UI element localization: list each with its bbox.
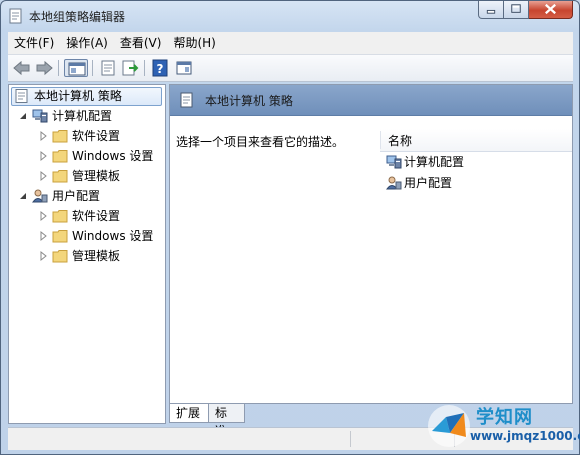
policy-document-icon (180, 92, 193, 108)
expand-arrow-icon[interactable] (39, 166, 48, 186)
computer-icon (386, 155, 402, 169)
folder-icon (52, 130, 68, 143)
collapse-arrow-icon[interactable] (19, 186, 28, 206)
expand-arrow-icon[interactable] (39, 146, 48, 166)
svg-text:?: ? (157, 62, 164, 76)
caption-buttons (478, 1, 573, 20)
view-icon (176, 61, 192, 75)
menu-bar: 文件(F) 操作(A) 查看(V) 帮助(H) (8, 32, 573, 55)
list-item-label: 用户配置 (404, 176, 453, 190)
view-button[interactable] (174, 59, 194, 77)
help-button[interactable]: ? (150, 59, 170, 77)
folder-icon (52, 150, 68, 163)
tree-item-computer-config[interactable]: 计算机配置 (19, 106, 164, 126)
folder-icon (52, 210, 68, 223)
details-header: 本地计算机 策略 (170, 85, 572, 116)
list-item-user-config[interactable]: 用户配置 (384, 173, 564, 193)
computer-icon (32, 109, 48, 123)
menu-help[interactable]: 帮助(H) (167, 33, 221, 53)
watermark-url: www.jmqz1000.com (470, 429, 580, 443)
back-arrow-icon (13, 60, 30, 76)
column-header-label: 名称 (388, 134, 413, 148)
expand-arrow-icon[interactable] (39, 126, 48, 146)
toolbar-separator (92, 60, 93, 76)
help-icon: ? (152, 59, 168, 77)
tree-item-label: 软件设置 (72, 129, 121, 143)
folder-icon (52, 170, 68, 183)
user-icon (32, 189, 48, 203)
details-pane: 本地计算机 策略 选择一个项目来查看它的描述。 名称 计算机配置 用户配置 (169, 84, 573, 404)
properties-button[interactable] (98, 59, 118, 77)
expand-arrow-icon[interactable] (39, 226, 48, 246)
description-text: 选择一个项目来查看它的描述。 (176, 135, 345, 149)
folder-icon (52, 230, 68, 243)
show-hide-tree-button[interactable] (64, 59, 88, 77)
expand-arrow-icon[interactable] (39, 206, 48, 226)
app-window: 本地组策略编辑器 文件(F) 操作(A) 查看(V) 帮助(H) ? 本地计算机… (0, 0, 580, 455)
tab-standard[interactable]: 标准 (209, 404, 245, 438)
policy-document-icon (15, 89, 28, 103)
user-icon (386, 176, 402, 190)
watermark-title: 学知网 (476, 407, 533, 428)
menu-view[interactable]: 查看(V) (114, 33, 168, 53)
tree-item-label: 管理模板 (72, 169, 121, 183)
tree-pane: 本地计算机 策略 计算机配置 软件设置 Windows 设置 管理模板 用户配置… (8, 84, 166, 424)
maximize-icon (511, 4, 521, 13)
close-button[interactable] (529, 1, 573, 19)
back-button[interactable] (12, 59, 32, 77)
properties-icon (101, 60, 115, 76)
watermark: 学知网 www.jmqz1000.com (426, 401, 580, 451)
forward-arrow-icon (36, 60, 53, 76)
tree-item-computer-templates[interactable]: 管理模板 (39, 166, 164, 186)
watermark-logo-icon (428, 405, 470, 447)
tree-item-user-windows[interactable]: Windows 设置 (39, 226, 164, 246)
toolbar-separator (58, 60, 59, 76)
tree-item-computer-software[interactable]: 软件设置 (39, 126, 164, 146)
tree-item-label: 用户配置 (52, 189, 101, 203)
window-title: 本地组策略编辑器 (29, 10, 126, 24)
tree-item-label: 软件设置 (72, 209, 121, 223)
list-item-label: 计算机配置 (404, 155, 465, 169)
tree-item-computer-windows[interactable]: Windows 设置 (39, 146, 164, 166)
title-bar[interactable]: 本地组策略编辑器 (1, 1, 579, 31)
list-item-computer-config[interactable]: 计算机配置 (384, 152, 564, 172)
column-separator (380, 131, 381, 149)
tree-item-label: Windows 设置 (72, 229, 154, 243)
menu-action[interactable]: 操作(A) (60, 33, 114, 53)
tree-item-root[interactable]: 本地计算机 策略 (13, 86, 163, 106)
close-icon (545, 3, 556, 15)
expand-arrow-icon[interactable] (39, 246, 48, 266)
tree-item-user-software[interactable]: 软件设置 (39, 206, 164, 226)
item-list: 名称 计算机配置 用户配置 (380, 115, 572, 403)
tree-item-label: 管理模板 (72, 249, 121, 263)
tree-item-user-config[interactable]: 用户配置 (19, 186, 164, 206)
column-header-name[interactable]: 名称 (380, 129, 572, 152)
policy-document-icon (9, 8, 22, 24)
minimize-button[interactable] (478, 1, 504, 19)
collapse-arrow-icon[interactable] (19, 106, 28, 126)
export-list-icon (122, 60, 139, 76)
tab-extended[interactable]: 扩展 (169, 404, 209, 423)
folder-icon (52, 250, 68, 263)
export-list-button[interactable] (120, 59, 140, 77)
tree-item-label: 本地计算机 策略 (34, 89, 122, 103)
tree-item-user-templates[interactable]: 管理模板 (39, 246, 164, 266)
forward-button[interactable] (34, 59, 54, 77)
details-header-title: 本地计算机 策略 (205, 94, 293, 108)
minimize-icon (486, 9, 496, 14)
toolbar: ? (8, 55, 573, 82)
tree-item-label: Windows 设置 (72, 149, 154, 163)
toolbar-separator (144, 60, 145, 76)
status-separator (350, 431, 351, 447)
maximize-button[interactable] (504, 1, 529, 19)
menu-file[interactable]: 文件(F) (8, 33, 60, 53)
show-hide-tree-icon (68, 62, 86, 76)
tree-item-label: 计算机配置 (52, 109, 113, 123)
